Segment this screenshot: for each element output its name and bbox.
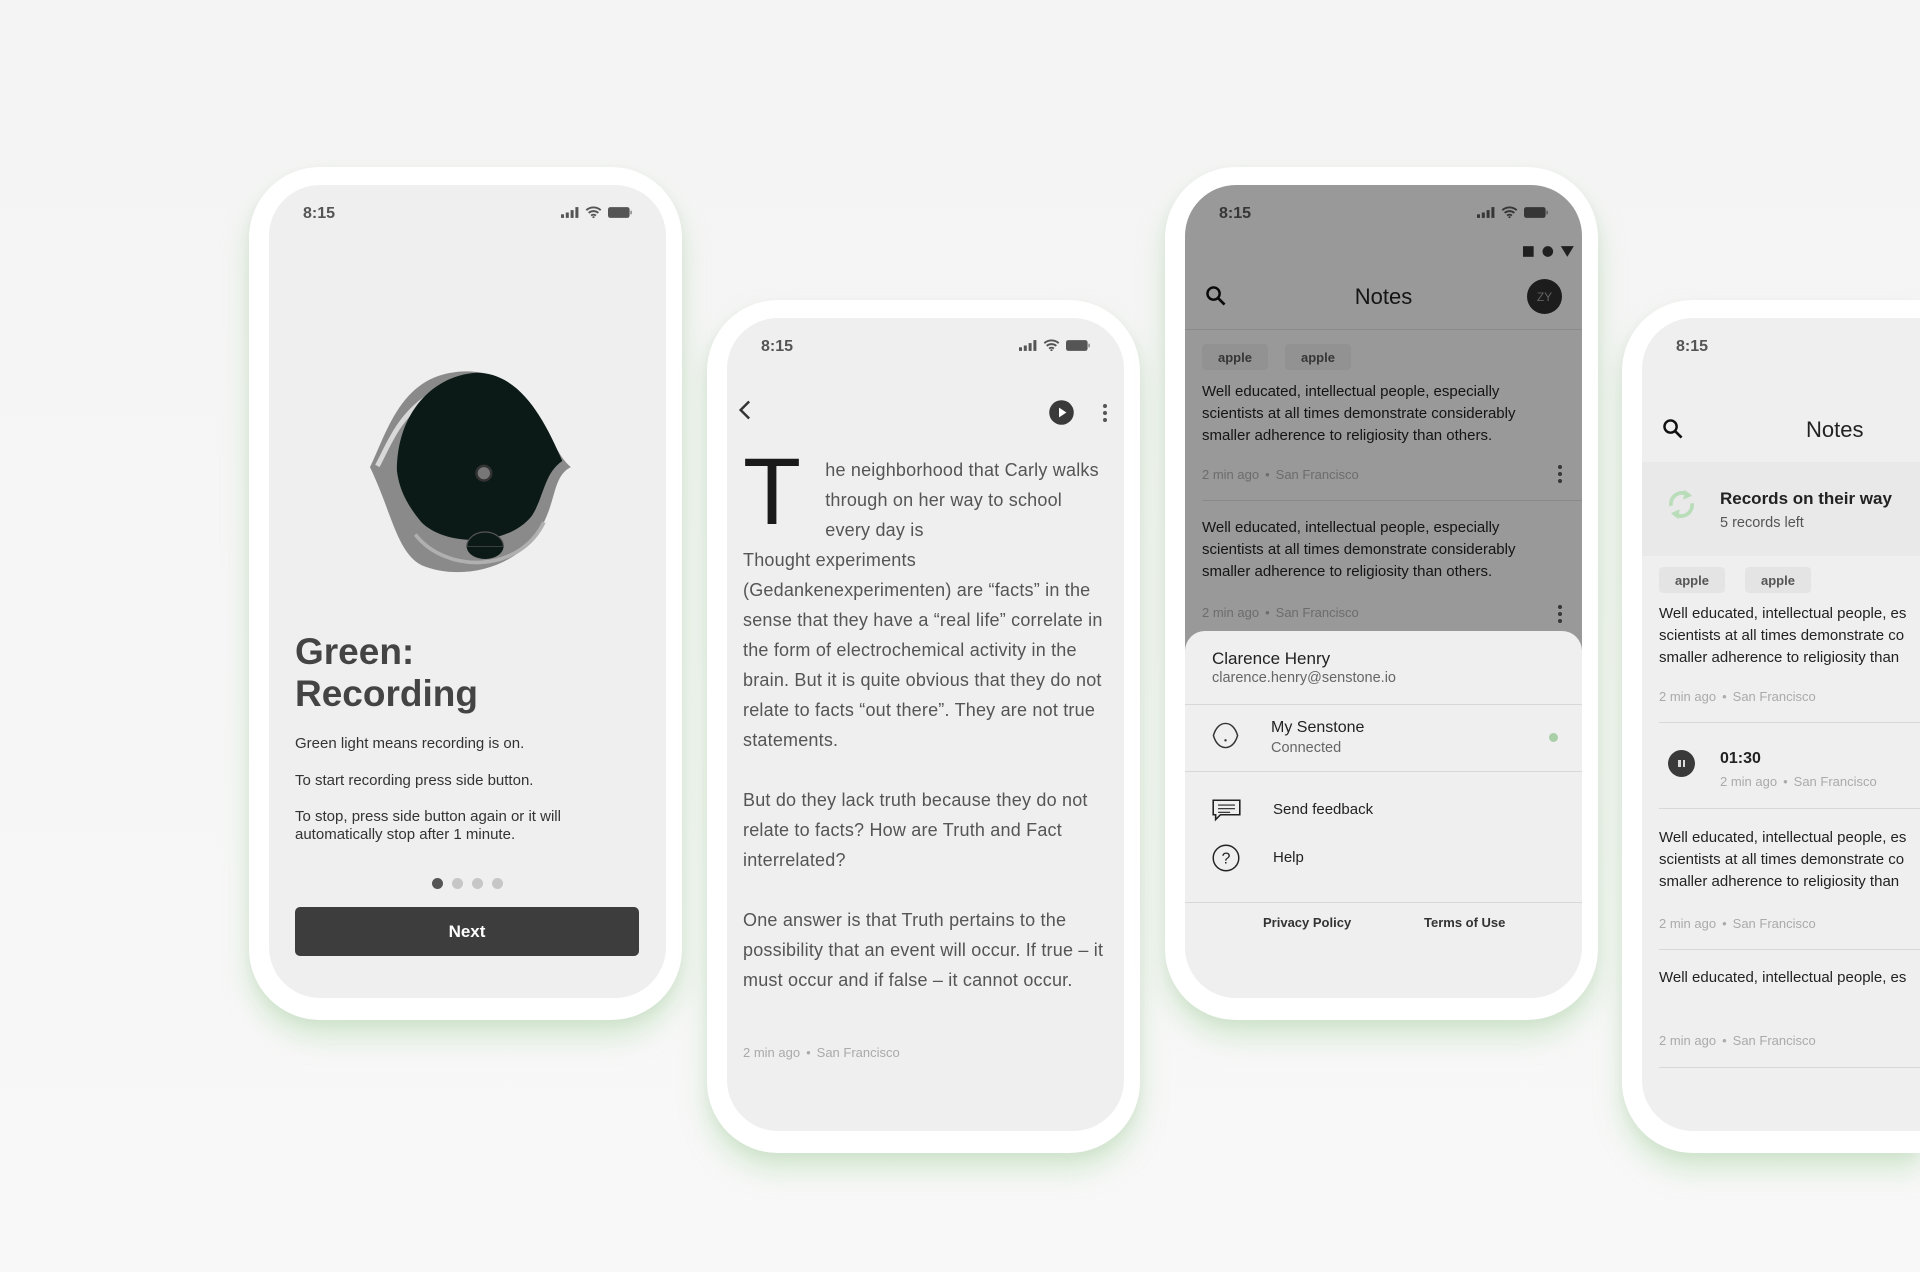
status-time: 8:15 bbox=[1676, 338, 1709, 355]
status-time: 8:15 bbox=[303, 205, 336, 222]
article-paragraph: Thought experiments (Gedankenexperimente… bbox=[743, 550, 1103, 750]
audio-duration: 01:30 bbox=[1720, 750, 1761, 767]
svg-text:?: ? bbox=[1222, 850, 1231, 867]
more-options-icon[interactable] bbox=[1103, 404, 1108, 422]
note-meta: 2 min ago • San Francisco bbox=[1659, 689, 1816, 704]
dim-overlay[interactable] bbox=[1185, 185, 1582, 650]
article-meta: 2 min ago • San Francisco bbox=[743, 1045, 900, 1060]
meta-location: San Francisco bbox=[1732, 1033, 1816, 1048]
phone-article: 8:15 T he neighborhood that Carly walks … bbox=[707, 300, 1140, 1153]
status-icons bbox=[561, 206, 632, 218]
signal-icon bbox=[1019, 339, 1037, 351]
tag-chip[interactable]: apple bbox=[1659, 567, 1725, 593]
device-row[interactable]: My Senstone Connected bbox=[1185, 706, 1582, 771]
note-meta: 2 min ago • San Francisco bbox=[1720, 774, 1877, 789]
meta-time: 2 min ago bbox=[1659, 916, 1717, 931]
next-button[interactable]: Next bbox=[295, 907, 639, 956]
note-meta: 2 min ago • San Francisco bbox=[1659, 1033, 1816, 1048]
sync-banner: Records on their way 5 records left bbox=[1642, 462, 1920, 556]
device-status: Connected bbox=[1271, 740, 1342, 756]
sheet-divider bbox=[1185, 771, 1582, 772]
tag-chip[interactable]: apple bbox=[1745, 567, 1811, 593]
send-feedback-item[interactable]: Send feedback bbox=[1185, 790, 1582, 829]
terms-of-use-link[interactable]: Terms of Use bbox=[1424, 915, 1505, 930]
sync-icon bbox=[1669, 489, 1694, 520]
wifi-icon bbox=[585, 206, 602, 218]
notes-list-screen: 8:15 Notes Records on their way 5 record… bbox=[1642, 318, 1920, 1131]
status-time: 8:15 bbox=[761, 338, 794, 355]
help-item[interactable]: ? Help bbox=[1185, 838, 1582, 877]
article-screen: 8:15 T he neighborhood that Carly walks … bbox=[727, 318, 1124, 1131]
meta-time: 2 min ago bbox=[1659, 689, 1717, 704]
pause-button[interactable] bbox=[1668, 750, 1695, 777]
send-feedback-label: Send feedback bbox=[1273, 801, 1374, 818]
battery-icon bbox=[608, 206, 632, 218]
drop-cap: T bbox=[743, 439, 802, 545]
account-bottom-sheet: Clarence Henry clarence.henry@senstone.i… bbox=[1185, 631, 1582, 998]
sheet-divider bbox=[1185, 902, 1582, 903]
page-dot[interactable] bbox=[492, 878, 503, 889]
page-indicator bbox=[269, 878, 666, 889]
meta-time: 2 min ago bbox=[1720, 774, 1778, 789]
note-text[interactable]: Well educated, intellectual people, es bbox=[1659, 967, 1906, 989]
sync-subtitle: 5 records left bbox=[1720, 515, 1804, 531]
title-line-2: Recording bbox=[295, 673, 478, 714]
sheet-divider bbox=[1185, 704, 1582, 705]
privacy-policy-link[interactable]: Privacy Policy bbox=[1263, 915, 1351, 930]
title-line-1: Green: bbox=[295, 631, 415, 672]
senstone-device-illustration bbox=[369, 371, 571, 573]
note-divider bbox=[1659, 722, 1920, 723]
note-divider bbox=[1659, 808, 1920, 809]
meta-location: San Francisco bbox=[816, 1045, 900, 1060]
search-icon[interactable] bbox=[1662, 418, 1684, 440]
help-icon: ? bbox=[1212, 844, 1240, 872]
showcase-canvas: 8:15 Green: Recording Green light means … bbox=[0, 0, 1920, 1272]
note-text[interactable]: Well educated, intellectual people, es s… bbox=[1659, 603, 1906, 669]
onboarding-text-3: To stop, press side button again or it w… bbox=[295, 808, 561, 843]
play-icon[interactable] bbox=[1048, 399, 1075, 426]
pause-icon-bar bbox=[1678, 760, 1681, 767]
meta-time: 2 min ago bbox=[1659, 1033, 1717, 1048]
phone-onboarding: 8:15 Green: Recording Green light means … bbox=[249, 167, 682, 1020]
back-chevron-icon[interactable] bbox=[737, 399, 754, 421]
onboarding-text-2: To start recording press side button. bbox=[295, 772, 534, 789]
header-title: Notes bbox=[1806, 417, 1864, 442]
page-dot-active[interactable] bbox=[432, 878, 443, 889]
note-text[interactable]: Well educated, intellectual people, es s… bbox=[1659, 827, 1906, 893]
wifi-icon bbox=[1043, 339, 1060, 351]
status-icons bbox=[1019, 339, 1090, 351]
phone-menu: 8:15 Notes ZY apple apple Well educated,… bbox=[1165, 167, 1598, 1020]
phone-notes-list: 8:15 Notes Records on their way 5 record… bbox=[1622, 300, 1920, 1153]
article-body: T he neighborhood that Carly walks throu… bbox=[743, 439, 1110, 1025]
meta-location: San Francisco bbox=[1793, 774, 1877, 789]
meta-location: San Francisco bbox=[1732, 916, 1816, 931]
page-dot[interactable] bbox=[452, 878, 463, 889]
page-dot[interactable] bbox=[472, 878, 483, 889]
feedback-icon bbox=[1212, 799, 1241, 822]
article-paragraph: One answer is that Truth pertains to the… bbox=[743, 910, 1104, 990]
help-label: Help bbox=[1273, 849, 1304, 866]
pause-icon-bar bbox=[1682, 760, 1685, 767]
onboarding-text-1: Green light means recording is on. bbox=[295, 735, 525, 752]
battery-icon bbox=[1066, 339, 1090, 351]
note-divider bbox=[1659, 949, 1920, 950]
device-name: My Senstone bbox=[1271, 719, 1365, 736]
senstone-device-icon bbox=[1212, 722, 1239, 749]
user-name: Clarence Henry bbox=[1212, 649, 1331, 668]
menu-screen: 8:15 Notes ZY apple apple Well educated,… bbox=[1185, 185, 1582, 998]
user-email: clarence.henry@senstone.io bbox=[1212, 670, 1396, 686]
article-paragraph: But do they lack truth because they do n… bbox=[743, 790, 1088, 870]
meta-location: San Francisco bbox=[1732, 689, 1816, 704]
sync-title: Records on their way bbox=[1720, 489, 1892, 508]
note-divider bbox=[1659, 1067, 1920, 1068]
note-meta: 2 min ago • San Francisco bbox=[1659, 916, 1816, 931]
onboarding-screen: 8:15 Green: Recording Green light means … bbox=[269, 185, 666, 998]
meta-time: 2 min ago bbox=[743, 1045, 801, 1060]
onboarding-title: Green: Recording bbox=[295, 631, 478, 715]
signal-icon bbox=[561, 206, 579, 218]
connected-indicator bbox=[1549, 733, 1558, 742]
